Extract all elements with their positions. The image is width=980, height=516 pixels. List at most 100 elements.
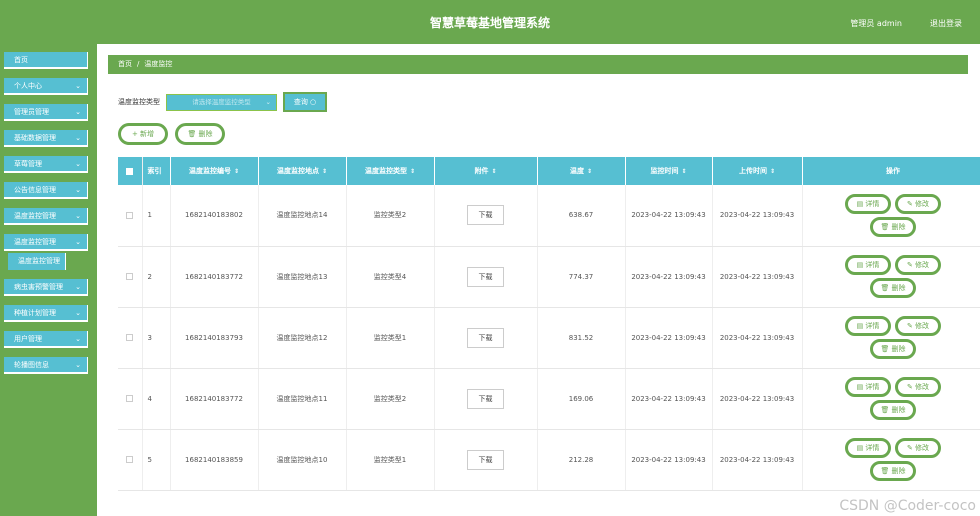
edit-button[interactable]: ✎ 修改 xyxy=(895,438,941,458)
download-button[interactable]: 下载 xyxy=(467,205,504,226)
row-checkbox[interactable] xyxy=(118,246,143,308)
download-button[interactable]: 下载 xyxy=(467,266,504,287)
cell-place: 温度监控地点14 xyxy=(258,185,347,247)
delete-button[interactable]: 🗑 删除 xyxy=(175,123,225,145)
detail-button[interactable]: ▤ 详情 xyxy=(845,193,891,214)
table-header-row: 索引 温度监控编号 ⇕ 温度监控地点 ⇕ 温度监控类型 ⇕ 附件 ⇕ 温度 ⇕ 监控时间 ⇕… xyxy=(118,157,980,185)
column-header-place[interactable]: 温度监控地点 ⇕ xyxy=(258,157,347,185)
cell-attachment: 下载 xyxy=(434,368,538,430)
cell-attachment: 下载 xyxy=(434,429,538,491)
row-checkbox[interactable] xyxy=(118,185,143,247)
checkbox-icon xyxy=(126,334,134,341)
sidebar-item-temp-2[interactable]: 温度监控管理 ⌄ xyxy=(4,234,88,251)
breadcrumb-home[interactable]: 首页 xyxy=(118,60,132,68)
edit-button[interactable]: ✎ 修改 xyxy=(895,255,941,275)
search-label: 温度监控类型 xyxy=(118,98,160,106)
cell-temperature: 774.37 xyxy=(537,246,626,308)
detail-button[interactable]: ▤ 详情 xyxy=(845,255,891,275)
sidebar-item-basedata[interactable]: 基础数据管理 ⌄ xyxy=(4,130,88,147)
sidebar-item-label: 温度监控管理 xyxy=(14,212,56,220)
column-header-monitor-time[interactable]: 监控时间 ⇕ xyxy=(625,157,713,185)
sidebar-item-label: 基础数据管理 xyxy=(14,134,56,142)
checkbox-icon xyxy=(126,167,134,175)
cell-monitor-time: 2023-04-22 13:09:43 xyxy=(625,368,713,430)
sort-icon: ⇕ xyxy=(769,168,776,175)
sidebar-item-strawberry[interactable]: 草莓管理 ⌄ xyxy=(4,156,88,173)
edit-button[interactable]: ✎ 修改 xyxy=(895,193,941,214)
select-all-checkbox[interactable] xyxy=(118,157,143,185)
edit-button[interactable]: ✎ 修改 xyxy=(895,377,941,397)
cell-upload-time: 2023-04-22 13:09:43 xyxy=(712,185,803,247)
current-user: 管理员 admin xyxy=(850,19,902,28)
checkbox-icon xyxy=(126,456,134,463)
column-header-label: 监控时间 xyxy=(650,167,679,175)
row-delete-button[interactable]: 🗑 删除 xyxy=(870,339,916,359)
sidebar-item-label: 用户管理 xyxy=(14,335,42,343)
sidebar-item-label: 轮播图信息 xyxy=(14,361,49,369)
cell-monitor-time: 2023-04-22 13:09:43 xyxy=(625,246,713,308)
edit-button[interactable]: ✎ 修改 xyxy=(895,316,941,336)
sidebar-item-label: 首页 xyxy=(14,56,28,64)
row-delete-button[interactable]: 🗑 删除 xyxy=(870,216,916,237)
chevron-down-icon: ⌄ xyxy=(75,283,81,291)
main-content: 首页 / 温度监控 温度监控类型 请选择温度监控类型 ⌄ 查询 ○ + 新增 🗑 删除… xyxy=(97,44,980,516)
cell-code: 1682140183802 xyxy=(170,185,259,247)
column-header-code[interactable]: 温度监控编号 ⇕ xyxy=(170,157,259,185)
row-checkbox[interactable] xyxy=(118,368,143,430)
cell-code: 1682140183772 xyxy=(170,368,259,430)
cell-temperature: 831.52 xyxy=(537,307,626,369)
chevron-down-icon: ⌄ xyxy=(265,97,271,106)
detail-button[interactable]: ▤ 详情 xyxy=(845,316,891,336)
row-actions: ▤ 详情 ✎ 修改 🗑 删除 xyxy=(843,438,943,481)
sidebar-item-label: 公告信息管理 xyxy=(14,186,56,194)
row-delete-button[interactable]: 🗑 删除 xyxy=(870,278,916,298)
column-header-temperature[interactable]: 温度 ⇕ xyxy=(537,157,626,185)
sidebar-item-home[interactable]: 首页 xyxy=(4,52,88,69)
row-delete-button[interactable]: 🗑 删除 xyxy=(870,400,916,420)
row-actions: ▤ 详情 ✎ 修改 🗑 删除 xyxy=(843,193,943,237)
column-header-type[interactable]: 温度监控类型 ⇕ xyxy=(346,157,435,185)
sidebar-item-temp-1[interactable]: 温度监控管理 ⌄ xyxy=(4,208,88,225)
sort-icon: ⇕ xyxy=(409,168,416,175)
cell-type: 监控类型2 xyxy=(346,185,435,247)
column-header-upload-time[interactable]: 上传时间 ⇕ xyxy=(712,157,803,185)
cell-index: 5 xyxy=(142,429,171,491)
sidebar-item-plan[interactable]: 种植计划管理 ⌄ xyxy=(4,305,88,322)
sidebar-item-admin[interactable]: 管理员管理 ⌄ xyxy=(4,104,88,121)
cell-upload-time: 2023-04-22 13:09:43 xyxy=(712,307,803,369)
download-button[interactable]: 下载 xyxy=(467,327,504,348)
column-header-attachment[interactable]: 附件 ⇕ xyxy=(434,157,538,185)
sidebar-item-label: 管理员管理 xyxy=(14,108,49,116)
download-button[interactable]: 下载 xyxy=(467,449,504,470)
sidebar-subitem-temp[interactable]: 温度监控管理 xyxy=(8,253,66,270)
cell-attachment: 下载 xyxy=(434,246,538,308)
sidebar-item-carousel[interactable]: 轮播图信息 ⌄ xyxy=(4,357,88,374)
download-button[interactable]: 下载 xyxy=(467,388,504,409)
sidebar-menu: 首页 个人中心 ⌄ 管理员管理 ⌄ 基础数据管理 ⌄ 草莓管理 ⌄ 公告信息管理 ⌄ 温度… xyxy=(4,52,88,383)
cell-upload-time: 2023-04-22 13:09:43 xyxy=(712,429,803,491)
row-checkbox[interactable] xyxy=(118,429,143,491)
row-checkbox[interactable] xyxy=(118,307,143,369)
cell-index: 1 xyxy=(142,185,171,247)
cell-type: 监控类型2 xyxy=(346,368,435,430)
watermark: CSDN @Coder-coco xyxy=(839,498,976,514)
row-delete-button[interactable]: 🗑 删除 xyxy=(870,461,916,481)
detail-button[interactable]: ▤ 详情 xyxy=(845,438,891,458)
checkbox-icon xyxy=(126,395,134,402)
sidebar-item-users[interactable]: 用户管理 ⌄ xyxy=(4,331,88,348)
chevron-down-icon: ⌄ xyxy=(75,238,81,246)
type-select[interactable]: 请选择温度监控类型 ⌄ xyxy=(166,93,277,111)
sidebar-item-pest[interactable]: 病虫害预警管理 ⌄ xyxy=(4,279,88,296)
detail-button[interactable]: ▤ 详情 xyxy=(845,377,891,397)
sidebar-item-profile[interactable]: 个人中心 ⌄ xyxy=(4,78,88,95)
cell-temperature: 212.28 xyxy=(537,429,626,491)
search-button[interactable]: 查询 ○ xyxy=(283,92,327,112)
chevron-down-icon: ⌄ xyxy=(75,82,81,90)
add-button[interactable]: + 新增 xyxy=(118,123,168,145)
sidebar-item-notice[interactable]: 公告信息管理 ⌄ xyxy=(4,182,88,199)
column-header-label: 温度监控编号 xyxy=(188,167,231,175)
cell-type: 监控类型1 xyxy=(346,307,435,369)
checkbox-icon xyxy=(126,273,134,280)
logout-link[interactable]: 退出登录 xyxy=(930,18,962,29)
data-table: 索引 温度监控编号 ⇕ 温度监控地点 ⇕ 温度监控类型 ⇕ 附件 ⇕ 温度 ⇕ 监控时间 ⇕… xyxy=(118,157,980,491)
